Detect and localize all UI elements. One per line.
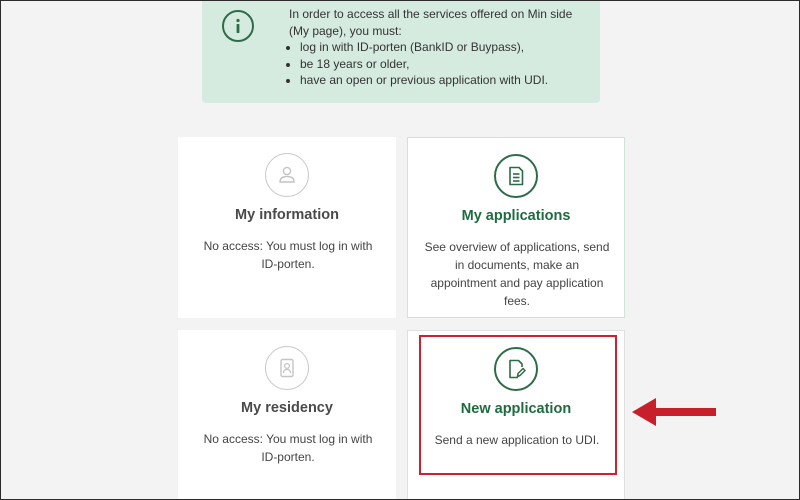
requirement-item: have an open or previous application wit… (300, 72, 589, 89)
info-text: In order to access all the services offe… (289, 6, 589, 89)
card-title: My applications (461, 208, 571, 224)
requirement-item: be 18 years or older, (300, 56, 589, 73)
card-title: My information (235, 207, 339, 223)
card-title: My residency (241, 400, 333, 416)
edit-document-icon (494, 347, 538, 391)
document-list-icon (494, 154, 538, 198)
card-description: No access: You must log in with ID-porte… (203, 432, 373, 464)
arrow-left-icon (632, 398, 716, 426)
card-description: See overview of applications, send in do… (424, 240, 610, 308)
card-my-applications[interactable]: My applications See overview of applicat… (407, 137, 625, 318)
requirement-item: log in with ID-porten (BankID or Buypass… (300, 39, 589, 56)
card-description: No access: You must log in with ID-porte… (203, 239, 373, 271)
requirements-list: log in with ID-porten (BankID or Buypass… (289, 39, 589, 89)
card-my-residency: My residency No access: You must log in … (178, 330, 396, 500)
card-my-information: My information No access: You must log i… (178, 137, 396, 318)
info-icon (222, 10, 254, 42)
person-icon (265, 153, 309, 197)
info-intro: In order to access all the services offe… (289, 7, 573, 38)
id-card-icon (265, 346, 309, 390)
card-new-application[interactable]: New application Send a new application t… (407, 330, 625, 500)
card-description: Send a new application to UDI. (434, 433, 600, 447)
card-title: New application (460, 401, 572, 417)
